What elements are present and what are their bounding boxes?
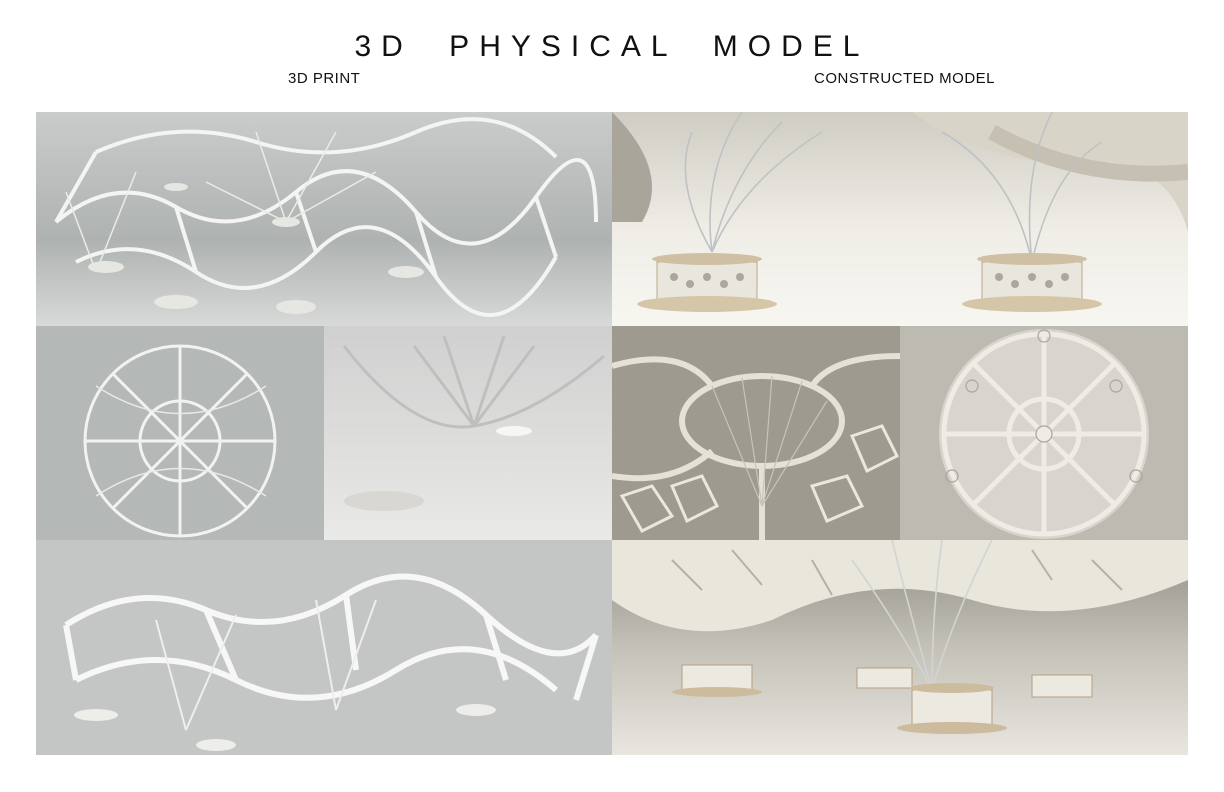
constructed-canopy-photo — [612, 540, 1188, 755]
3d-print-side-photo — [36, 540, 612, 755]
constructed-model-heading: CONSTRUCTED MODEL — [814, 70, 996, 87]
3d-print-heading: 3D PRINT — [288, 70, 361, 87]
constructed-underside-photo — [612, 326, 900, 540]
constructed-columns-photo — [612, 112, 1188, 326]
constructed-top-photo — [900, 326, 1188, 540]
3d-print-closeup-photo — [324, 326, 612, 540]
3d-print-top-photo — [36, 326, 324, 540]
3d-print-wide-photo — [36, 112, 612, 326]
page-title: 3D PHYSICAL MODEL — [354, 30, 870, 63]
